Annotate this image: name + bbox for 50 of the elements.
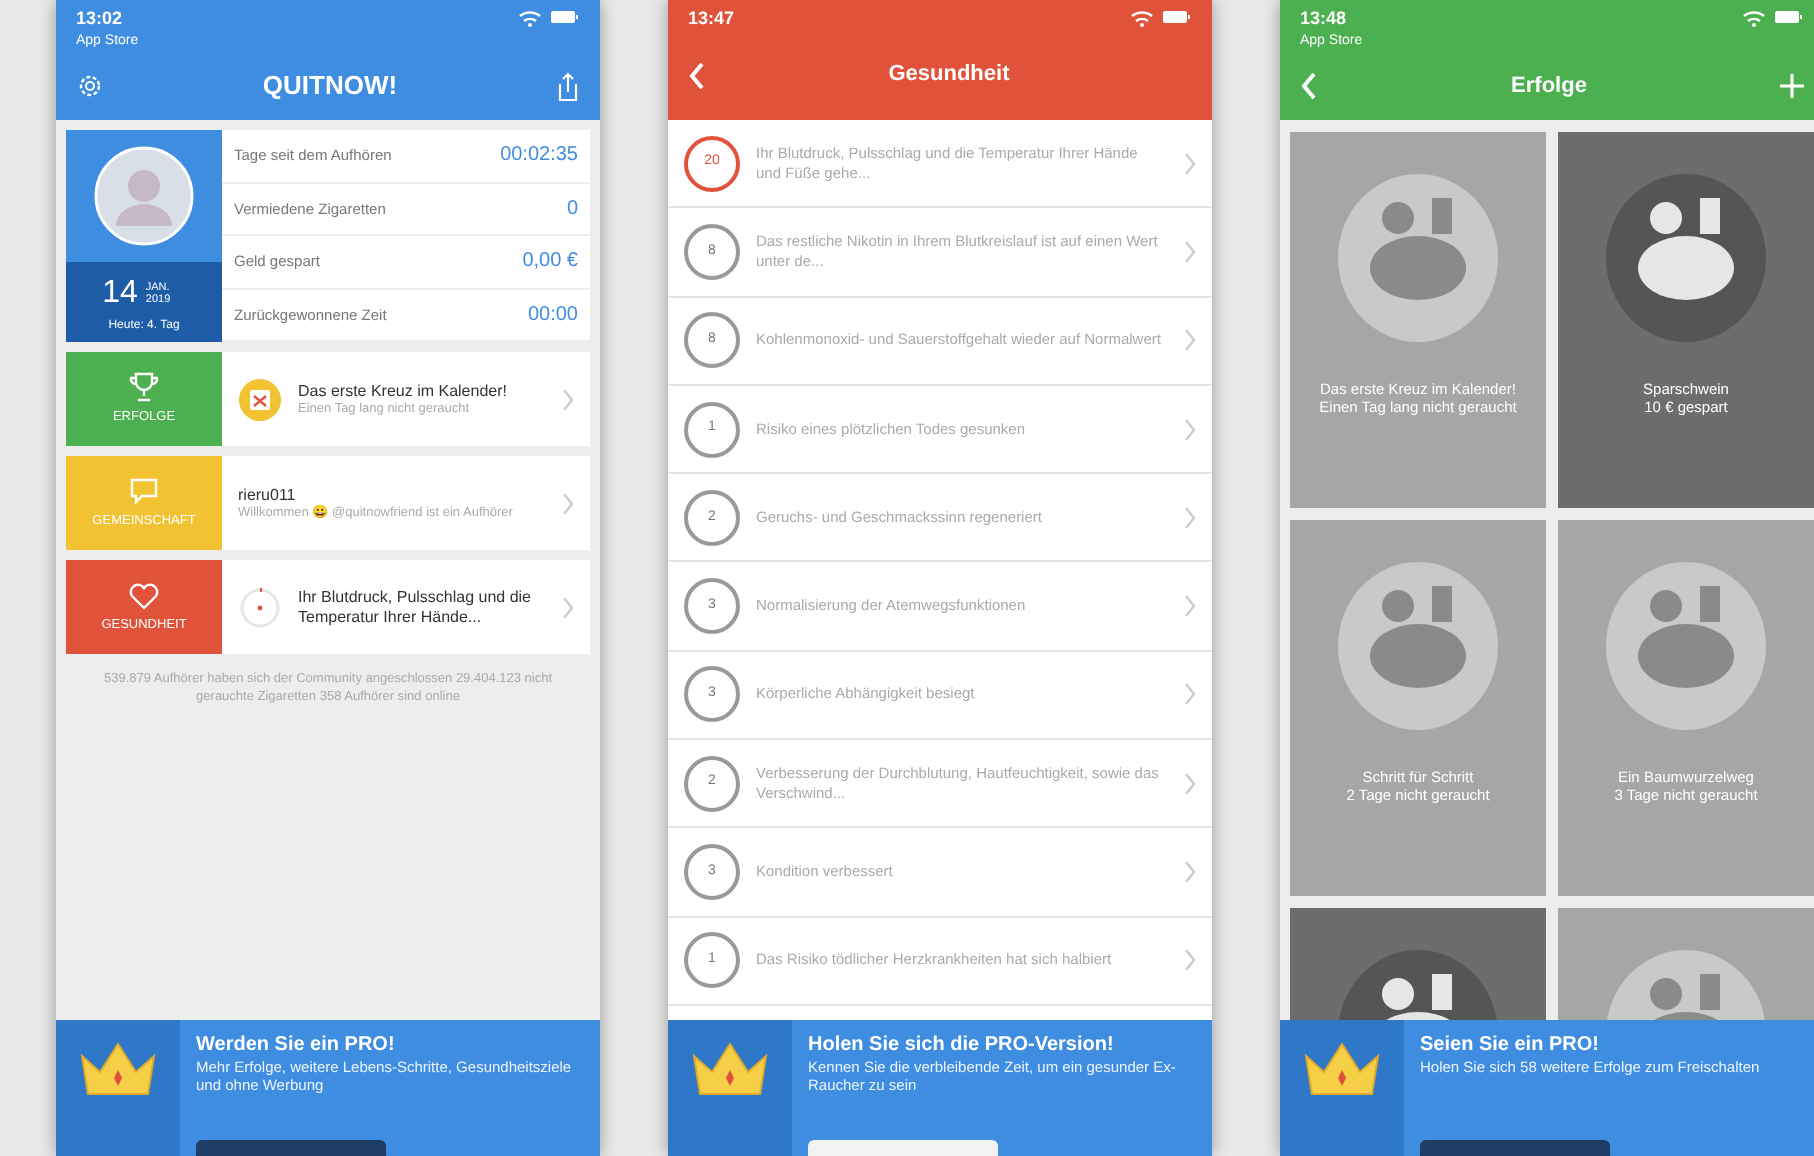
chevron-right-icon bbox=[1182, 151, 1196, 176]
back-icon[interactable] bbox=[1300, 72, 1318, 100]
back-icon[interactable] bbox=[688, 61, 706, 89]
wifi-icon bbox=[1742, 8, 1766, 28]
battery-icon bbox=[550, 8, 580, 26]
status-time: 13:02 bbox=[76, 8, 125, 30]
status-time: 13:47 bbox=[688, 8, 735, 30]
section-title: Das erste Kreuz im Kalender! bbox=[298, 381, 509, 401]
chevron-right-icon bbox=[1182, 771, 1196, 796]
chevron-right-icon bbox=[560, 491, 574, 515]
heart-icon bbox=[128, 579, 160, 610]
section-title: rieru011 bbox=[238, 485, 298, 505]
banner-title: Seien Sie ein PRO! bbox=[1420, 1034, 1601, 1058]
wifi-icon bbox=[1130, 8, 1154, 28]
chevron-right-icon bbox=[1182, 860, 1196, 885]
crown-icon bbox=[78, 1040, 158, 1096]
battery-icon bbox=[1162, 8, 1192, 26]
chevron-right-icon bbox=[1182, 594, 1196, 619]
app-logo: QUITNOW! bbox=[262, 68, 398, 105]
chevron-right-icon bbox=[560, 387, 574, 411]
chevron-right-icon bbox=[1182, 682, 1196, 707]
status-time: 13:48 bbox=[1300, 8, 1349, 30]
trophy-icon bbox=[128, 371, 160, 402]
screen-title: Erfolge bbox=[1511, 71, 1587, 102]
settings-icon[interactable] bbox=[76, 72, 104, 100]
section-title: Ihr Blutdruck, Pulsschlag und die Temperatur Ihrer Hände... bbox=[298, 587, 534, 627]
share-icon[interactable] bbox=[556, 71, 580, 101]
date-day: 14 bbox=[102, 269, 138, 317]
chevron-right-icon bbox=[1182, 417, 1196, 442]
chevron-right-icon bbox=[1182, 328, 1196, 353]
chevron-right-icon bbox=[560, 595, 574, 619]
add-icon[interactable] bbox=[1780, 74, 1804, 98]
stat-value: 0,00 € bbox=[522, 248, 578, 277]
screen-title: Gesundheit bbox=[888, 60, 1010, 91]
chevron-right-icon bbox=[1182, 239, 1196, 264]
avatar-icon bbox=[94, 146, 194, 246]
stat-value: 0 bbox=[566, 195, 578, 224]
wifi-icon bbox=[518, 8, 542, 28]
crown-icon bbox=[690, 1040, 770, 1096]
chevron-right-icon bbox=[1182, 505, 1196, 530]
stat-value: 00:02:35 bbox=[500, 142, 578, 171]
banner-title: Werden Sie ein PRO! bbox=[196, 1034, 397, 1058]
crown-icon bbox=[1302, 1040, 1382, 1096]
chevron-right-icon bbox=[1182, 948, 1196, 973]
chat-bubble-icon bbox=[128, 475, 160, 506]
banner-title: Holen Sie sich die PRO-Version! bbox=[808, 1034, 1116, 1058]
battery-icon bbox=[1774, 8, 1804, 26]
progress-ring-icon bbox=[238, 585, 282, 629]
stat-value: 00:00 bbox=[527, 301, 578, 330]
calendar-badge-icon bbox=[238, 377, 282, 421]
